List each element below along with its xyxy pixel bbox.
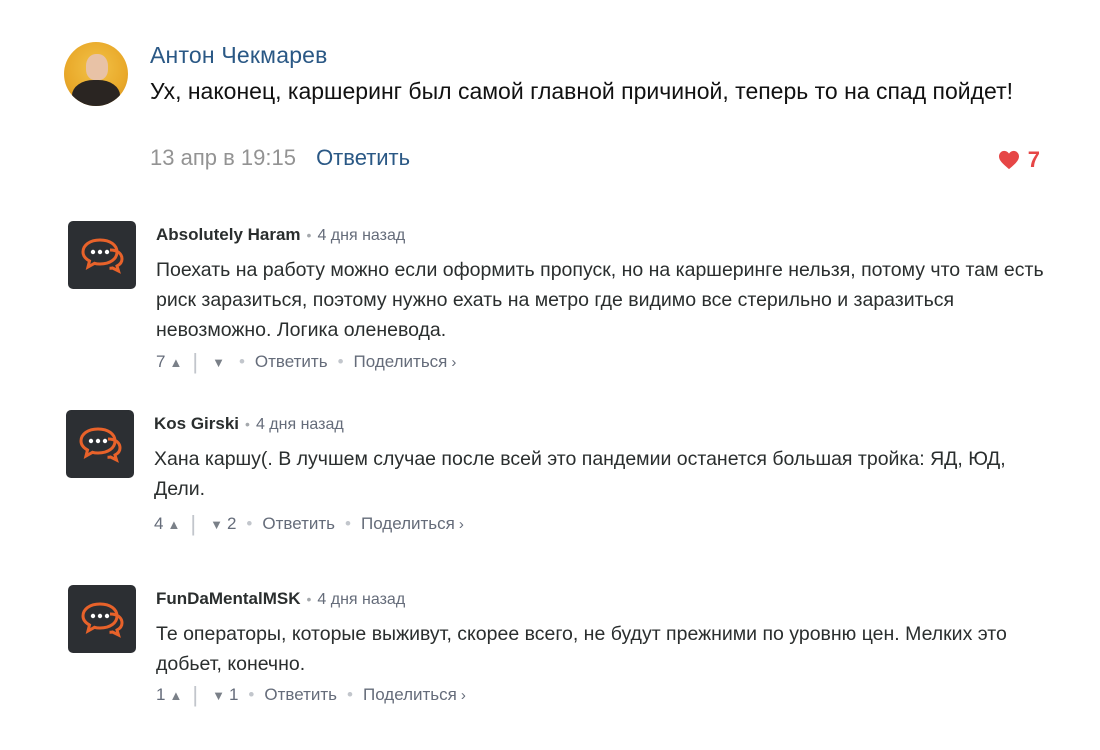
divider: | (192, 682, 199, 707)
comment-time[interactable]: 4 дня назад (317, 591, 405, 609)
comment-author[interactable]: Absolutely Haram (156, 225, 301, 245)
comment-actions: 4 ▲ | ▼ 2 • Ответить • Поделиться › (154, 511, 464, 537)
speech-bubbles-icon (79, 427, 122, 463)
chevron-right-icon: › (451, 353, 457, 371)
reply-button[interactable]: Ответить (255, 352, 328, 372)
comment-actions: 1 ▲ | ▼ 1 • Ответить • Поделиться › (156, 682, 466, 708)
separator-dot: • (238, 352, 245, 371)
avatar[interactable] (66, 410, 134, 478)
avatar[interactable] (64, 42, 128, 106)
chevron-up-icon[interactable]: ▲ (167, 517, 180, 532)
chevron-down-icon[interactable]: ▼ (210, 517, 223, 532)
comment-header: Kos Girski • 4 дня назад (154, 414, 344, 434)
chevron-down-icon[interactable]: ▼ (212, 355, 225, 370)
speech-bubbles-icon (81, 238, 124, 274)
post-author[interactable]: Антон Чекмарев (150, 42, 328, 69)
share-button[interactable]: Поделиться (363, 685, 457, 705)
comment-author[interactable]: Kos Girski (154, 414, 239, 434)
comment-author[interactable]: FunDaMentalMSK (156, 589, 301, 609)
comment-time[interactable]: 4 дня назад (256, 416, 344, 434)
post-text: Ух, наконец, каршеринг был самой главной… (150, 78, 1014, 104)
comment-actions: 7 ▲ | ▼ • Ответить • Поделиться › (156, 349, 456, 375)
vk-post: Антон Чекмарев Ух, наконец, каршеринг бы… (64, 40, 1054, 185)
comment-text: Поехать на работу можно если оформить пр… (156, 259, 1044, 341)
chevron-down-icon[interactable]: ▼ (212, 688, 225, 703)
comment: Absolutely Haram • 4 дня назад Поехать н… (68, 221, 1058, 374)
comment: FunDaMentalMSK • 4 дня назад Те оператор… (68, 585, 1058, 715)
post-meta: 13 апр в 19:15 Ответить (150, 145, 410, 171)
comment-time[interactable]: 4 дня назад (317, 227, 405, 245)
separator-dot: • (347, 685, 353, 704)
downvote-count: 1 (228, 685, 239, 704)
reply-button[interactable]: Ответить (316, 145, 410, 170)
downvote-count: 2 (226, 514, 237, 533)
separator-dot: • (245, 416, 250, 432)
like-count: 7 (1027, 147, 1040, 172)
separator-dot: • (246, 514, 253, 533)
separator-dot: • (345, 514, 351, 533)
speech-bubbles-icon (81, 602, 124, 638)
separator-dot: • (248, 685, 255, 704)
chevron-up-icon[interactable]: ▲ (169, 688, 182, 703)
comment-header: Absolutely Haram • 4 дня назад (156, 225, 405, 245)
share-button[interactable]: Поделиться (361, 514, 455, 534)
reply-button[interactable]: Ответить (262, 514, 335, 534)
chevron-right-icon: › (460, 686, 466, 704)
like-button[interactable]: 7 (998, 147, 1040, 173)
separator-dot: • (306, 591, 312, 607)
share-button[interactable]: Поделиться (354, 352, 448, 372)
chevron-right-icon: › (458, 515, 464, 533)
separator-dot: • (306, 227, 312, 243)
upvote-count: 7 (156, 352, 166, 371)
upvote-count: 1 (156, 685, 166, 704)
comment-header: FunDaMentalMSK • 4 дня назад (156, 589, 405, 609)
separator-dot: • (337, 352, 344, 371)
avatar[interactable] (68, 585, 136, 653)
heart-icon (998, 150, 1019, 170)
avatar[interactable] (68, 221, 136, 289)
divider: | (192, 349, 199, 374)
post-date[interactable]: 13 апр в 19:15 (150, 145, 296, 170)
comment: Kos Girski • 4 дня назад Хана каршу(. В … (66, 410, 1058, 540)
reply-button[interactable]: Ответить (264, 685, 337, 705)
comment-text: Те операторы, которые выживут, скорее вс… (156, 623, 1007, 675)
divider: | (190, 511, 197, 536)
chevron-up-icon[interactable]: ▲ (169, 355, 182, 370)
upvote-count: 4 (154, 514, 164, 533)
comment-text: Хана каршу(. В лучшем случае после всей … (154, 448, 1006, 500)
